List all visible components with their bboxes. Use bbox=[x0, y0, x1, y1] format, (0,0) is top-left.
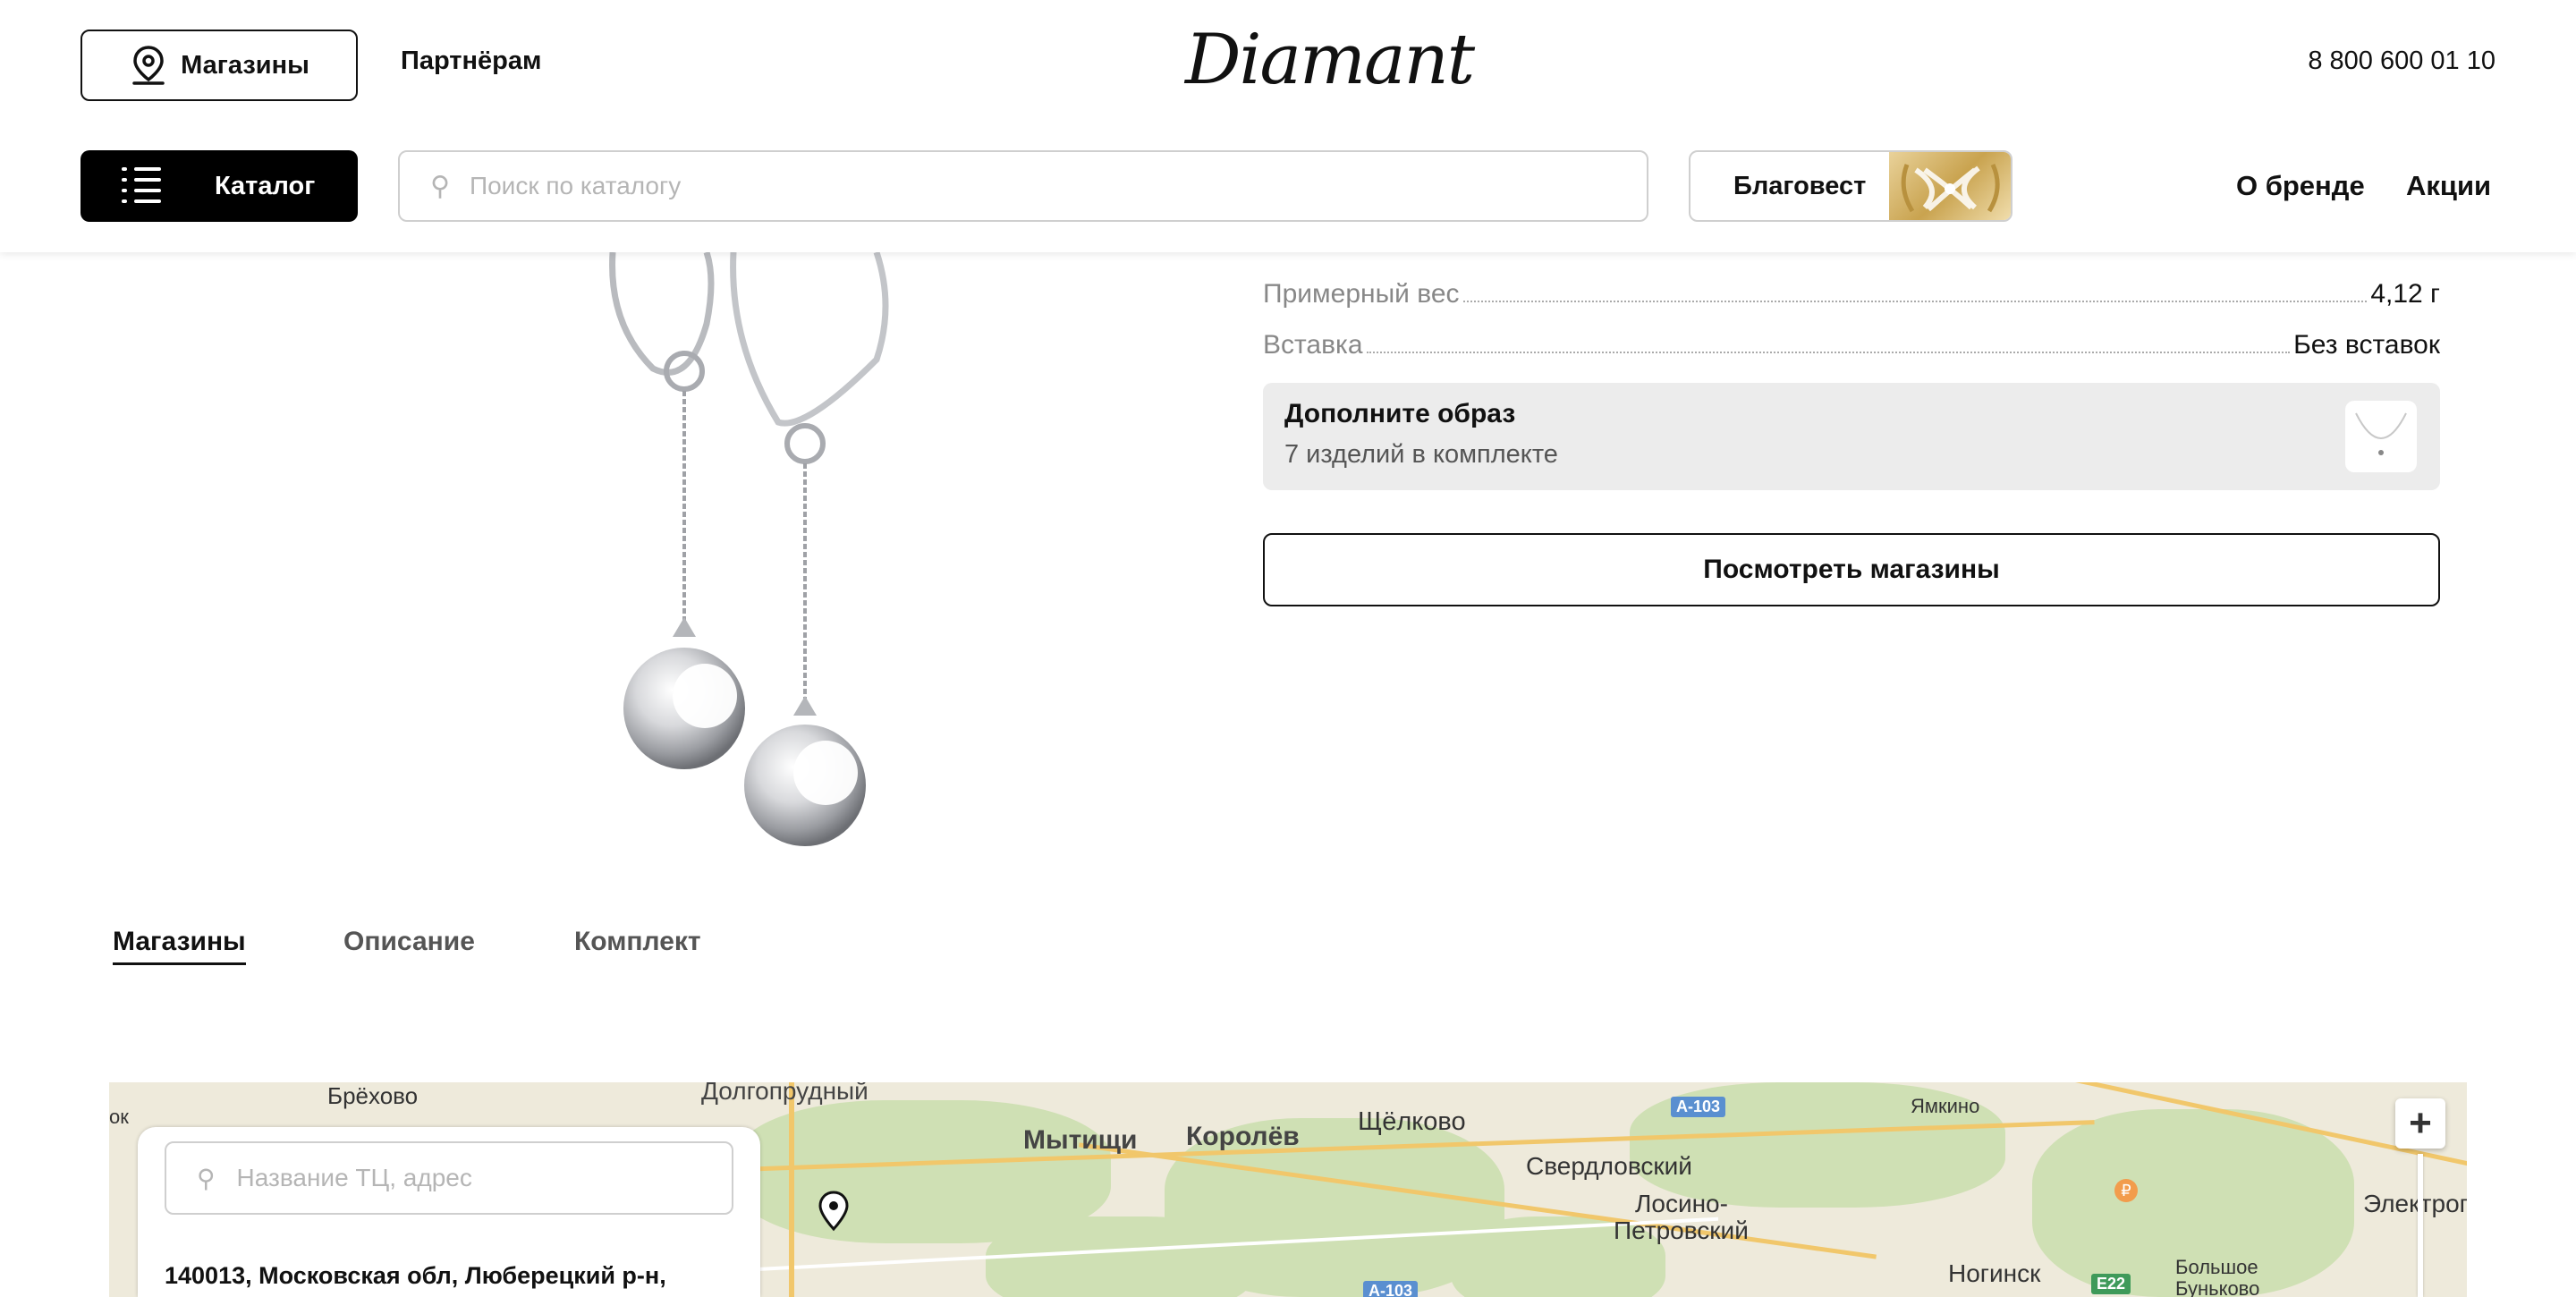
search-icon: ⚲ bbox=[197, 1164, 216, 1192]
addon-title: Дополните образ bbox=[1284, 399, 1516, 428]
map-label: Свердловский bbox=[1526, 1152, 1692, 1180]
map-search-input[interactable] bbox=[236, 1164, 702, 1192]
stores-button-label: Магазины bbox=[181, 50, 309, 80]
catalog-button[interactable]: Каталог bbox=[80, 150, 358, 222]
store-address[interactable]: 140013, Московская обл, Люберецкий р-н, bbox=[165, 1259, 719, 1292]
map-search: ⚲ bbox=[165, 1141, 733, 1215]
necklace-thumbnail bbox=[2345, 401, 2417, 472]
spec-row-insert: Вставка Без вставок bbox=[1263, 330, 2440, 360]
map-label: Большое bbox=[2175, 1256, 2258, 1278]
map-label: Лосино- bbox=[1635, 1190, 1728, 1217]
map-zoom-slider[interactable] bbox=[2418, 1154, 2423, 1297]
spec-row-weight: Примерный вес 4,12 г bbox=[1263, 279, 2440, 309]
map-label: Электрог bbox=[2363, 1190, 2467, 1217]
tab-stores[interactable]: Магазины bbox=[113, 927, 246, 965]
spec-dots bbox=[1366, 352, 2291, 353]
map-stores-panel: ⚲ 140013, Московская обл, Люберецкий р-н… bbox=[138, 1127, 760, 1297]
map-pin-icon bbox=[132, 46, 165, 85]
map-label: Долгопрудный bbox=[701, 1082, 869, 1105]
atm-icon: ₽ bbox=[2114, 1179, 2138, 1202]
map-label: ок bbox=[109, 1106, 129, 1128]
nav-about-brand[interactable]: О бренде bbox=[2236, 170, 2365, 202]
map-label: Брёхово bbox=[327, 1082, 419, 1109]
store-location-pin-icon[interactable] bbox=[816, 1190, 852, 1233]
catalog-search: ⚲ bbox=[398, 150, 1648, 222]
product-earrings-image bbox=[609, 252, 889, 846]
site-header: Магазины Партнёрам Diamant 8 800 600 01 … bbox=[0, 0, 2576, 252]
tab-description[interactable]: Описание bbox=[343, 927, 475, 962]
catalog-search-input[interactable] bbox=[469, 172, 1543, 200]
addon-subtitle: 7 изделий в комплекте bbox=[1284, 440, 1558, 469]
map-label: Щёлково bbox=[1358, 1107, 1466, 1136]
map-label: Ногинск bbox=[1948, 1259, 2041, 1287]
tab-set[interactable]: Комплект bbox=[574, 927, 701, 962]
spec-value: 4,12 г bbox=[2370, 279, 2440, 309]
map-label: Буньково bbox=[2175, 1277, 2260, 1297]
road-badge: A-103 bbox=[1363, 1281, 1419, 1297]
map-label: Петровский bbox=[1614, 1216, 1749, 1244]
complete-the-look-card[interactable]: Дополните образ 7 изделий в комплекте bbox=[1263, 383, 2440, 490]
map-zoom-in-button[interactable]: + bbox=[2395, 1098, 2445, 1149]
spec-key: Примерный вес bbox=[1263, 279, 1460, 309]
promo-jewelry-image bbox=[1889, 152, 2011, 220]
view-stores-button[interactable]: Посмотреть магазины bbox=[1263, 533, 2440, 606]
search-icon: ⚲ bbox=[430, 171, 450, 201]
brand-logo[interactable]: Diamant bbox=[1185, 20, 1475, 100]
partners-link[interactable]: Партнёрам bbox=[401, 47, 541, 76]
menu-icon bbox=[122, 165, 165, 207]
road-badge: A-103 bbox=[1671, 1097, 1726, 1117]
promo-blagovest-label: Благовест bbox=[1733, 171, 1867, 200]
spec-key: Вставка bbox=[1263, 330, 1363, 360]
map-label: Мытищи bbox=[1023, 1125, 1138, 1155]
map-label: Королёв bbox=[1186, 1122, 1300, 1151]
spec-dots bbox=[1462, 301, 2368, 302]
nav-sales[interactable]: Акции bbox=[2406, 170, 2491, 202]
promo-blagovest-button[interactable]: Благовест bbox=[1689, 150, 2012, 222]
spec-value: Без вставок bbox=[2293, 330, 2440, 360]
phone-number[interactable]: 8 800 600 01 10 bbox=[2308, 47, 2496, 76]
road-badge: E22 bbox=[2091, 1274, 2131, 1294]
stores-button[interactable]: Магазины bbox=[80, 30, 358, 101]
catalog-button-label: Каталог bbox=[215, 171, 316, 200]
map-label: Ямкино bbox=[1911, 1095, 1980, 1117]
